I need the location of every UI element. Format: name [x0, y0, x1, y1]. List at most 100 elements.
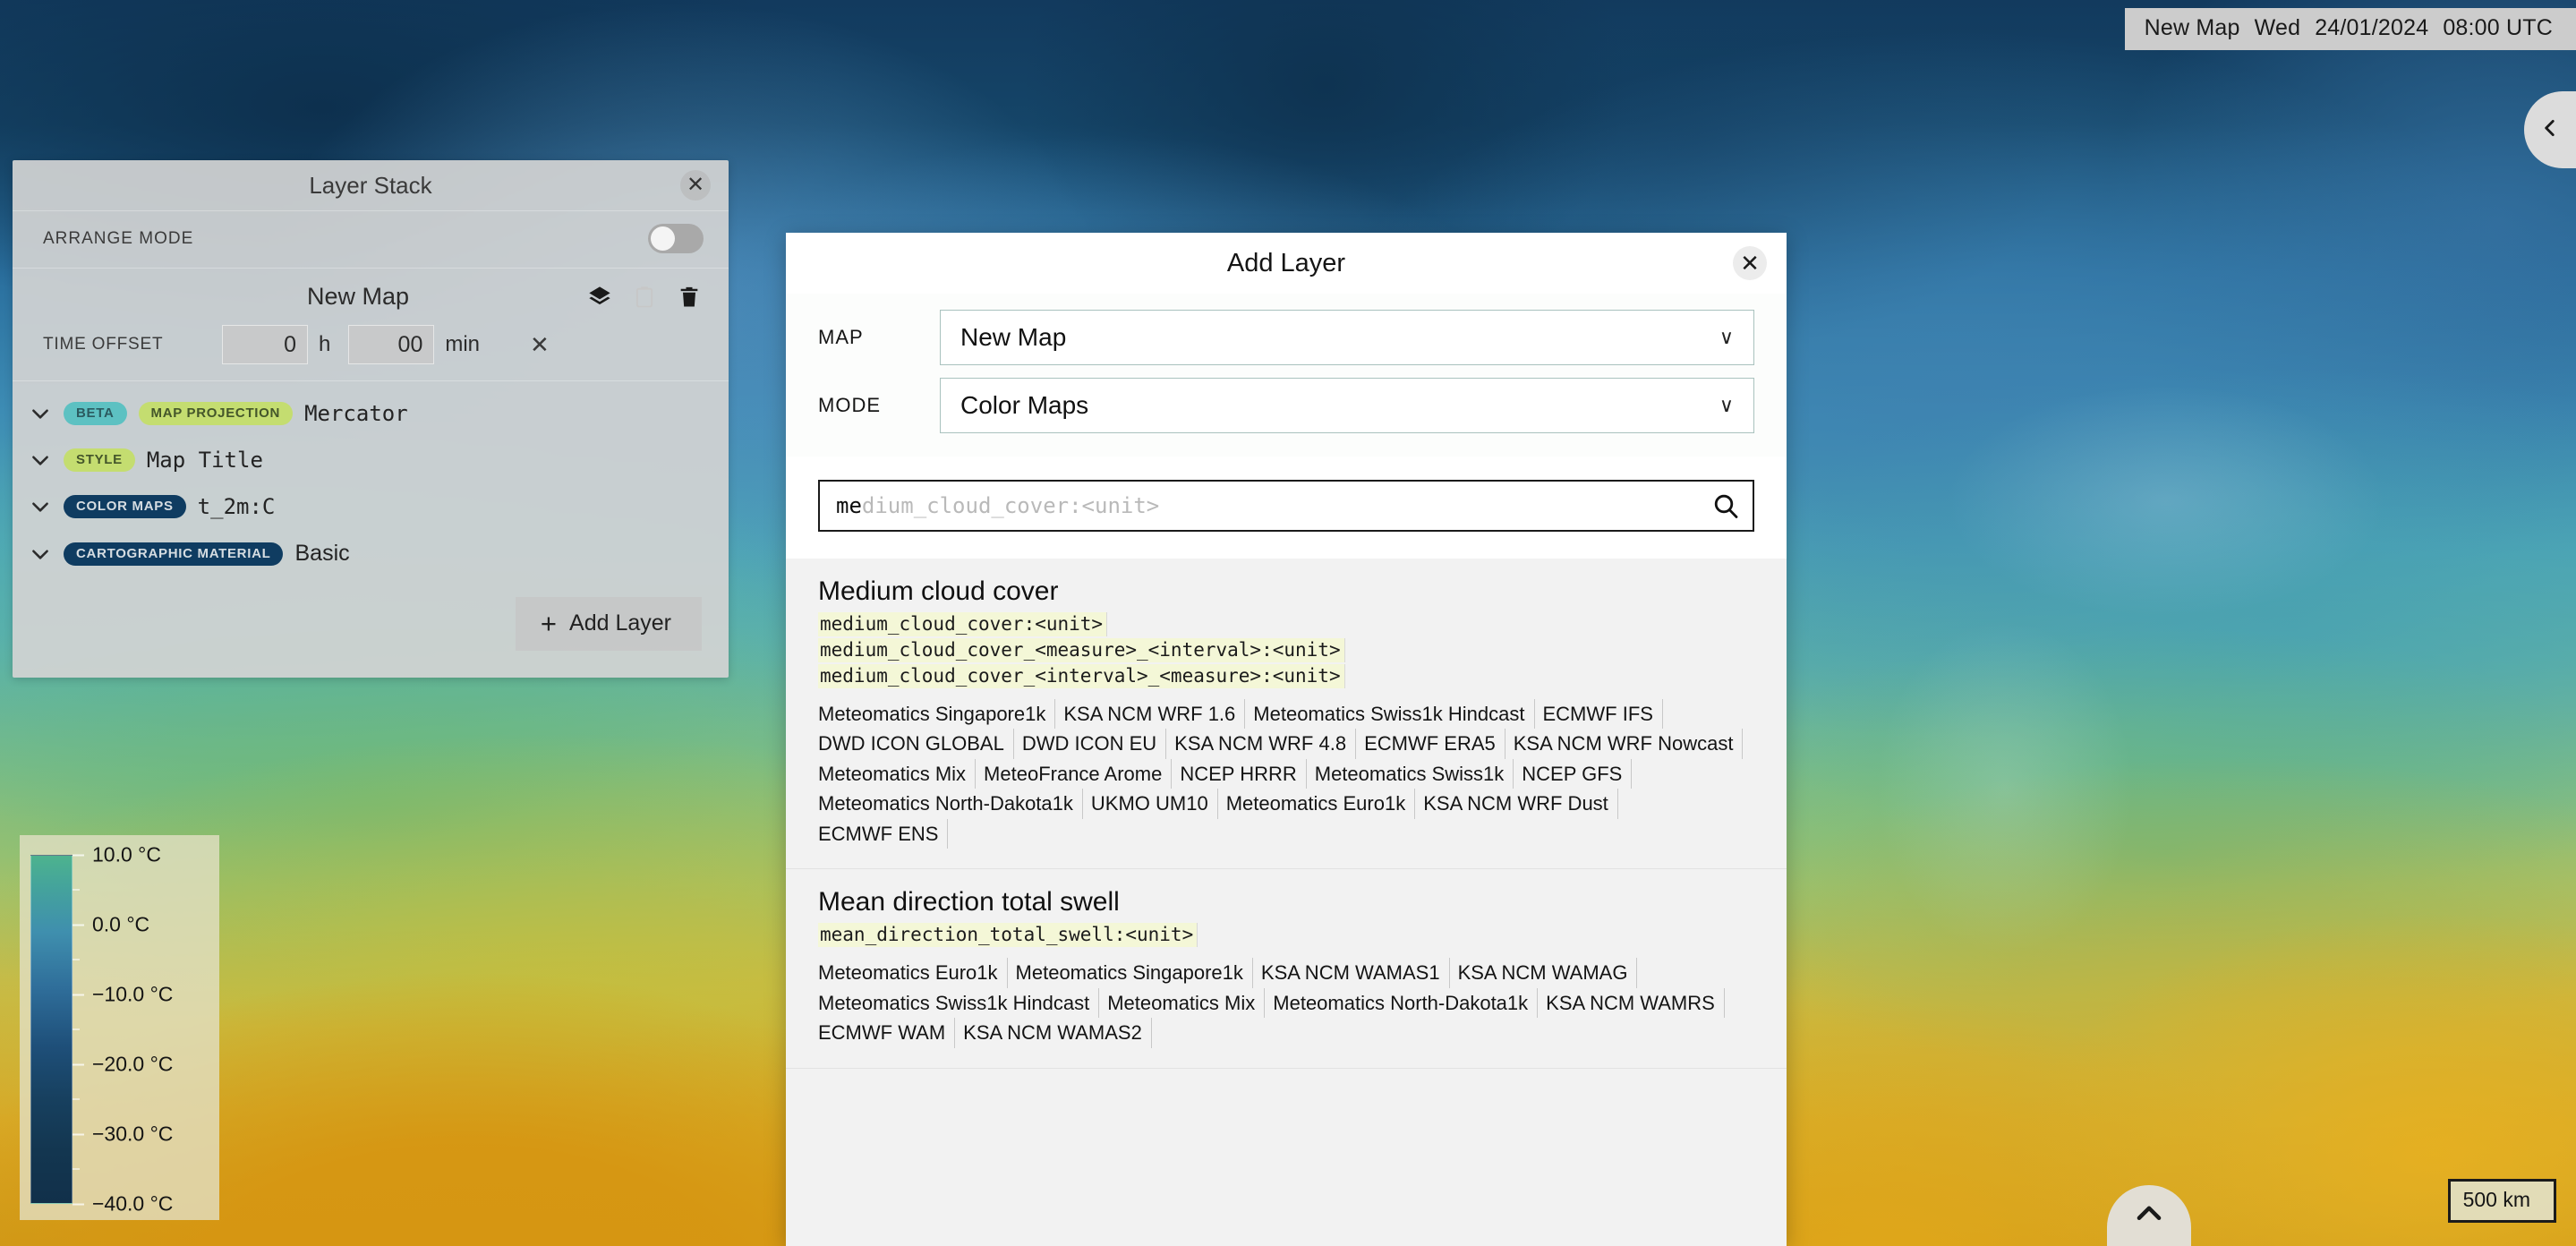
time-offset-clear-button[interactable]: ✕ — [530, 331, 550, 359]
layer-stack-panel: Layer Stack ✕ ARRANGE MODE New Map TIME … — [13, 160, 729, 678]
search-result-item[interactable]: Medium cloud cover medium_cloud_cover:<un… — [786, 559, 1787, 870]
layer-stack-close-button[interactable]: ✕ — [680, 170, 711, 201]
tick-dash-icon — [73, 854, 84, 856]
model-token[interactable]: KSA NCM WAMAG — [1458, 958, 1638, 988]
model-token[interactable]: Meteomatics Swiss1k — [1315, 758, 1514, 789]
chevron-left-icon — [2538, 116, 2562, 144]
model-token[interactable]: ECMWF ERA5 — [1364, 729, 1506, 759]
duplicate-icon[interactable] — [632, 285, 657, 310]
model-token[interactable]: KSA NCM WRF 1.6 — [1063, 699, 1246, 730]
arrange-mode-label: ARRANGE MODE — [43, 228, 194, 248]
search-result-models: Meteomatics Euro1k Meteomatics Singapore1… — [818, 958, 1754, 1048]
time-offset-hours-input[interactable]: 0 — [222, 325, 308, 364]
legend-tick: 10.0 °C — [73, 843, 161, 867]
chevron-down-icon[interactable] — [29, 448, 52, 472]
layer-row-color-maps[interactable]: COLOR MAPS t_2m:C — [13, 483, 729, 530]
chevron-down-icon[interactable] — [29, 495, 52, 518]
map-field-label: MAP — [818, 326, 864, 348]
toggle-knob — [651, 226, 675, 251]
model-token[interactable]: UKMO UM10 — [1091, 789, 1218, 819]
model-token[interactable]: KSA NCM WRF Nowcast — [1514, 729, 1744, 759]
scale-bar-label: 500 km — [2462, 1188, 2530, 1211]
add-layer-dialog-close-button[interactable]: ✕ — [1733, 246, 1767, 280]
mode-select-value: Color Maps — [960, 391, 1089, 419]
model-token[interactable]: ECMWF ENS — [818, 818, 949, 849]
search-result-title: Medium cloud cover — [818, 576, 1059, 606]
model-token[interactable]: KSA NCM WAMRS — [1546, 987, 1725, 1019]
search-result-parameters: medium_cloud_cover:<unit> medium_cloud_co… — [818, 612, 1754, 690]
model-token[interactable]: KSA NCM WAMAS2 — [963, 1018, 1152, 1048]
layers-icon[interactable] — [587, 285, 612, 310]
layer-search-typed: me — [836, 493, 862, 518]
layer-search-wrap: medium_cloud_cover:<unit> — [786, 457, 1787, 559]
layer-row-value-color-maps: t_2m:C — [197, 494, 276, 519]
time-offset-minutes-input[interactable]: 00 — [348, 325, 435, 364]
model-token[interactable]: Meteomatics North-Dakota1k — [1273, 987, 1539, 1019]
map-select[interactable]: New Map ∨ — [940, 310, 1754, 365]
layer-stack-title: Layer Stack — [309, 171, 432, 199]
add-layer-dialog-header: Add Layer ✕ — [786, 233, 1787, 294]
layer-row-map-projection[interactable]: BETA MAP PROJECTION Mercator — [13, 390, 729, 437]
badge-cartographic-material: CARTOGRAPHIC MATERIAL — [64, 542, 284, 566]
model-token[interactable]: Meteomatics Swiss1k Hindcast — [818, 987, 1100, 1019]
arrange-mode-toggle[interactable] — [648, 224, 704, 253]
model-token[interactable]: Meteomatics Mix — [1107, 987, 1266, 1019]
model-token[interactable]: NCEP HRRR — [1180, 758, 1307, 789]
model-token[interactable]: Meteomatics Euro1k — [1226, 789, 1416, 819]
chevron-up-icon — [2132, 1197, 2166, 1235]
mode-field: MODE Color Maps ∨ — [818, 378, 1754, 433]
trash-icon[interactable] — [677, 285, 702, 310]
tick-dash-icon — [73, 994, 84, 995]
model-token[interactable]: DWD ICON GLOBAL — [818, 729, 1014, 759]
layer-row-cartographic-material[interactable]: CARTOGRAPHIC MATERIAL Basic — [13, 530, 729, 577]
parameter-token[interactable]: medium_cloud_cover_<interval>_<measure>:… — [818, 664, 1345, 688]
model-token[interactable]: DWD ICON EU — [1022, 729, 1167, 759]
layer-stack-header: Layer Stack ✕ — [13, 160, 729, 210]
model-token[interactable]: KSA NCM WRF 4.8 — [1174, 729, 1357, 759]
model-token[interactable]: Meteomatics Singapore1k — [818, 699, 1056, 730]
model-token[interactable]: Meteomatics Euro1k — [818, 958, 1008, 988]
parameter-token[interactable]: medium_cloud_cover_<measure>_<interval>:… — [818, 638, 1345, 662]
search-result-models: Meteomatics Singapore1k KSA NCM WRF 1.6 Me… — [818, 699, 1754, 849]
badge-color-maps: COLOR MAPS — [64, 495, 186, 518]
model-token[interactable]: MeteoFrance Arome — [984, 758, 1173, 789]
add-layer-button[interactable]: + Add Layer — [515, 597, 702, 651]
chevron-down-icon[interactable] — [29, 402, 52, 425]
layer-row-style[interactable]: STYLE Map Title — [13, 437, 729, 483]
mode-select[interactable]: Color Maps ∨ — [940, 378, 1754, 433]
legend-minor-tick — [73, 1028, 80, 1030]
model-token[interactable]: Meteomatics Swiss1k Hindcast — [1253, 699, 1535, 730]
model-token[interactable]: KSA NCM WAMAS1 — [1261, 958, 1450, 988]
layer-search-results[interactable]: Medium cloud cover medium_cloud_cover:<un… — [786, 559, 1787, 1246]
model-token[interactable]: KSA NCM WRF Dust — [1423, 789, 1618, 819]
time-offset-label: TIME OFFSET — [43, 335, 164, 354]
layer-stack-map-name[interactable]: New Map — [39, 283, 587, 311]
layer-stack-footer: + Add Layer — [13, 581, 729, 678]
map-field: MAP New Map ∨ — [818, 310, 1754, 365]
model-token[interactable]: Meteomatics North-Dakota1k — [818, 789, 1083, 819]
add-layer-form: MAP New Map ∨ MODE Color Maps ∨ — [786, 294, 1787, 457]
layer-stack-map-row: New Map — [13, 269, 729, 320]
search-result-item[interactable]: Mean direction total swell mean_direction… — [786, 869, 1787, 1069]
search-icon[interactable] — [1711, 491, 1740, 520]
map-scale-bar: 500 km — [2447, 1179, 2556, 1223]
model-token[interactable]: ECMWF IFS — [1543, 699, 1663, 730]
legend-minor-tick — [73, 889, 80, 891]
layer-search-input[interactable]: medium_cloud_cover:<unit> — [818, 480, 1754, 532]
layer-row-value-map-projection: Mercator — [304, 401, 408, 426]
add-layer-button-label: Add Layer — [569, 610, 671, 636]
layer-stack-rows: BETA MAP PROJECTION Mercator STYLE Map T… — [13, 381, 729, 581]
chevron-down-icon: ∨ — [1719, 394, 1734, 416]
parameter-token[interactable]: mean_direction_total_swell:<unit> — [818, 923, 1198, 948]
legend-minor-tick — [73, 1098, 80, 1100]
time-offset-minutes-unit: min — [445, 332, 481, 356]
tick-dash-icon — [73, 1133, 84, 1135]
parameter-token[interactable]: medium_cloud_cover:<unit> — [818, 612, 1108, 636]
model-token[interactable]: Meteomatics Mix — [818, 758, 977, 789]
model-token[interactable]: ECMWF WAM — [818, 1018, 956, 1048]
model-token[interactable]: Meteomatics Singapore1k — [1016, 958, 1253, 988]
chevron-down-icon[interactable] — [29, 542, 52, 566]
model-token[interactable]: NCEP GFS — [1522, 758, 1633, 789]
legend-minor-tick — [73, 1168, 80, 1170]
search-result-title: Mean direction total swell — [818, 887, 1120, 917]
